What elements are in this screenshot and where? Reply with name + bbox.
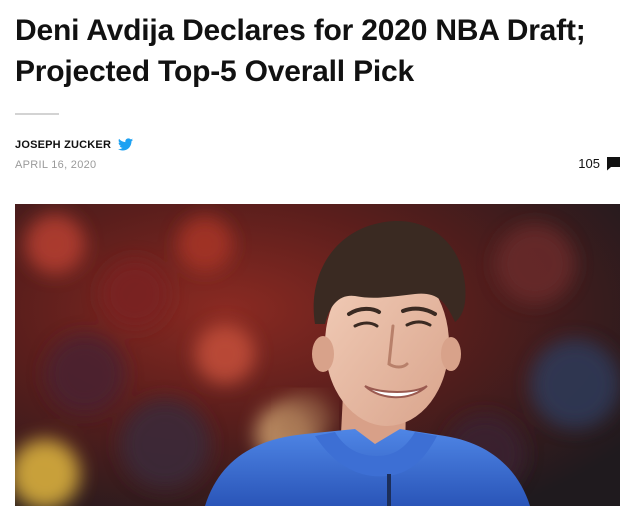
author-link[interactable]: JOSEPH ZUCKER: [15, 139, 111, 151]
publish-date: APRIL 16, 2020: [15, 159, 97, 171]
comment-icon: [606, 156, 621, 171]
comments-button[interactable]: 105: [578, 156, 621, 171]
article-title: Deni Avdija Declares for 2020 NBA Draft;…: [15, 14, 586, 88]
title-divider: [15, 113, 59, 115]
comment-count: 105: [578, 156, 600, 171]
byline: JOSEPH ZUCKER: [15, 138, 134, 151]
hero-image: [15, 204, 620, 506]
twitter-icon[interactable]: [118, 138, 134, 151]
